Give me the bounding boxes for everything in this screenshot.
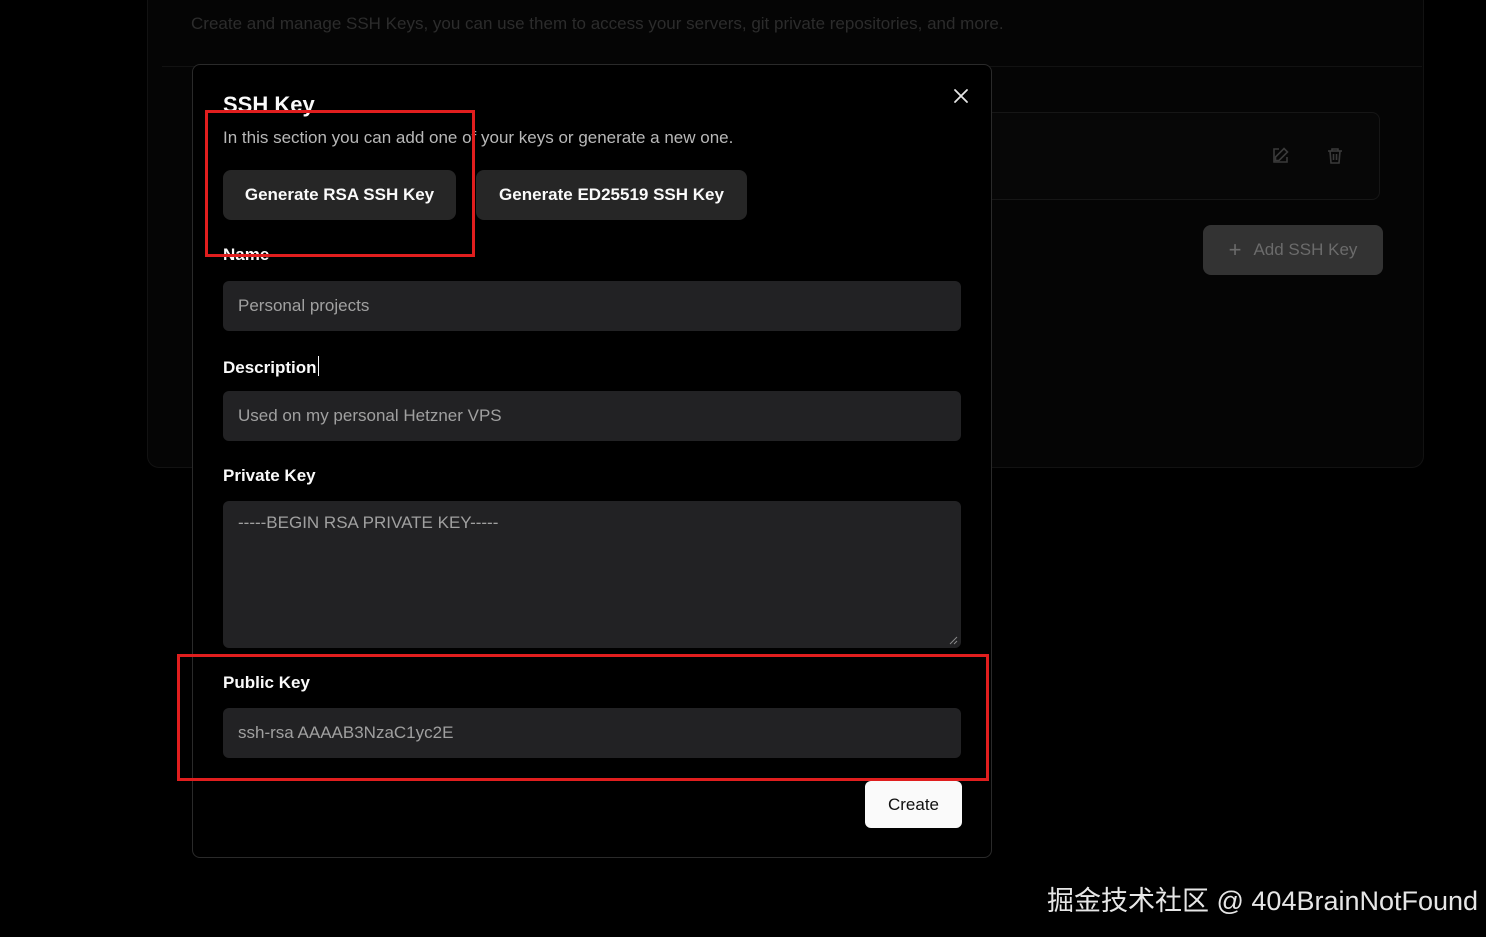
- trash-icon[interactable]: [1325, 146, 1345, 166]
- add-ssh-key-label: Add SSH Key: [1253, 240, 1358, 259]
- name-label: Name: [223, 245, 270, 264]
- close-button[interactable]: [950, 85, 972, 107]
- close-icon: [954, 89, 968, 103]
- private-key-textarea[interactable]: [223, 501, 961, 648]
- generate-rsa-button[interactable]: Generate RSA SSH Key: [223, 170, 456, 220]
- private-key-label: Private Key: [223, 466, 316, 485]
- add-ssh-key-button[interactable]: + Add SSH Key: [1203, 225, 1383, 275]
- edit-icon[interactable]: [1270, 146, 1290, 166]
- description-label: Description: [223, 358, 317, 377]
- public-key-input[interactable]: [223, 708, 961, 758]
- name-input[interactable]: [223, 281, 961, 331]
- dialog-description: In this section you can add one of your …: [223, 128, 734, 147]
- dialog-title: SSH Key: [223, 92, 315, 117]
- resize-grip-icon[interactable]: [948, 635, 958, 645]
- plus-icon: +: [1228, 237, 1242, 262]
- generate-ed25519-button[interactable]: Generate ED25519 SSH Key: [476, 170, 747, 220]
- description-input[interactable]: [223, 391, 961, 441]
- watermark: 掘金技术社区 @ 404BrainNotFound: [1047, 886, 1479, 916]
- text-cursor: [317, 356, 319, 376]
- description-label-row: Description: [223, 356, 319, 378]
- background-ssh-key-row: [960, 112, 1380, 200]
- ssh-key-dialog: SSH Key In this section you can add one …: [192, 64, 992, 858]
- public-key-label: Public Key: [223, 673, 310, 692]
- background-subtitle: Create and manage SSH Keys, you can use …: [191, 14, 1004, 33]
- create-button[interactable]: Create: [865, 781, 962, 828]
